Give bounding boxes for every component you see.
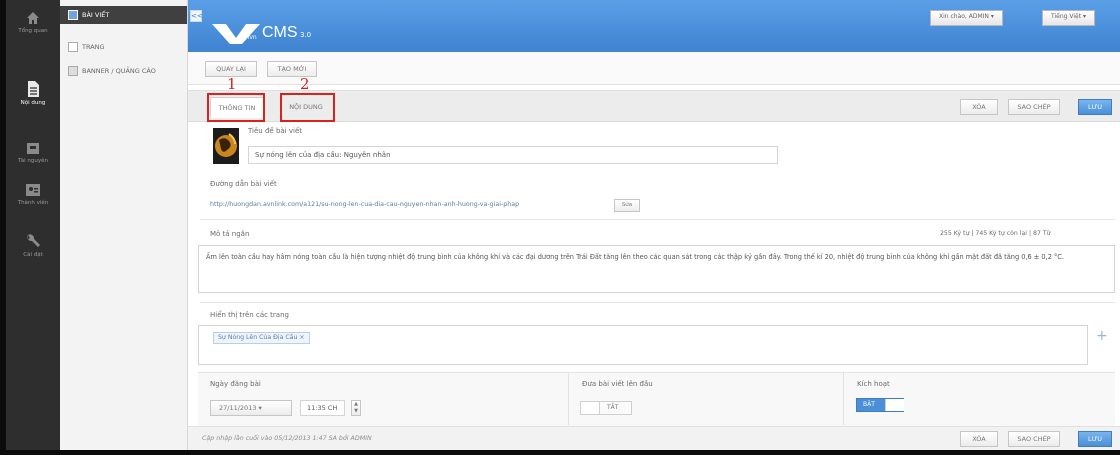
toggle-knob	[885, 399, 904, 411]
sidebar-item-pages[interactable]: TRANG	[60, 38, 187, 56]
copy-button[interactable]: SAO CHÉP	[1008, 431, 1060, 447]
tags-input[interactable]: Sự Nóng Lên Của Địa Cầu ×	[198, 325, 1088, 365]
home-icon	[27, 12, 39, 24]
url-label: Đường dẫn bài viết	[210, 180, 277, 188]
title-input[interactable]: Sự nóng lên của địa cầu: Nguyên nhân	[248, 146, 778, 164]
logo-small-text: vnvn	[242, 34, 257, 41]
toggle-label: TẮT	[607, 404, 619, 411]
url-link[interactable]: http://huongdan.avnlink.com/a121/su-nong…	[210, 201, 519, 208]
copy-button[interactable]: SAO CHÉP	[1008, 99, 1060, 115]
settings-section	[198, 372, 1115, 426]
page-icon	[68, 42, 78, 52]
divider	[200, 219, 1115, 220]
divider	[568, 372, 569, 425]
delete-button[interactable]: XÓA	[960, 431, 998, 447]
logo-version: 3.0	[300, 31, 312, 39]
publish-time-input[interactable]: 11:35 CH	[300, 400, 345, 416]
pin-top-toggle[interactable]: TẮT	[580, 401, 632, 415]
wrench-icon	[27, 234, 40, 247]
tags-label: Hiển thị trên các trang	[210, 311, 289, 319]
publish-date-picker[interactable]: 27/11/2013 ▾	[210, 400, 292, 416]
edit-url-button[interactable]: Sửa	[614, 199, 640, 212]
sidebar-item-label: BÀI VIẾT	[82, 11, 110, 19]
description-textarea[interactable]: Ấm lên toàn cầu hay hâm nóng toàn cầu là…	[198, 245, 1115, 293]
rail-item-label: Cài đặt	[23, 252, 43, 258]
rail-item-label: Tổng quan	[18, 28, 48, 34]
logo-text: CMS	[262, 24, 298, 41]
add-tag-button[interactable]: +	[1096, 329, 1108, 343]
time-stepper[interactable]: ▲ ▼	[351, 400, 361, 416]
rail-item-content[interactable]: Nội dung	[6, 80, 60, 107]
article-thumbnail[interactable]	[213, 128, 239, 164]
bottom-border	[0, 450, 1120, 455]
document-icon	[28, 81, 39, 97]
globe-image	[215, 133, 237, 157]
rail-item-members[interactable]: Thành viên	[6, 182, 60, 207]
article-icon	[68, 10, 78, 20]
description-counter: 255 Ký tự | 745 Ký tự còn lại | 87 Từ	[940, 230, 1051, 237]
annotation-box-1	[207, 93, 265, 122]
footer: Cập nhập lần cuối vào 05/12/2013 1:47 SA…	[188, 426, 1120, 450]
sidebar: BÀI VIẾT TRANG BANNER / QUẢNG CÁO	[60, 0, 188, 450]
delete-button[interactable]: XÓA	[960, 99, 998, 115]
sidebar-item-label: TRANG	[82, 43, 105, 51]
user-menu-button[interactable]: Xin chào, ADMIN ▾	[930, 10, 1003, 26]
tag-chip[interactable]: Sự Nóng Lên Của Địa Cầu ×	[213, 332, 310, 344]
rail-item-label: Nội dung	[20, 100, 46, 106]
annotation-number-1: 1	[227, 75, 237, 93]
description-label: Mô tả ngắn	[210, 230, 250, 238]
icon-rail: Tổng quan Nội dung Tài nguyên Thành viên…	[6, 0, 60, 450]
rail-item-settings[interactable]: Cài đặt	[6, 232, 60, 259]
annotation-box-2	[280, 93, 335, 122]
rail-item-resources[interactable]: Tài nguyên	[6, 140, 60, 165]
box-icon	[27, 143, 39, 154]
annotation-number-2: 2	[300, 75, 310, 93]
publish-date-label: Ngày đăng bài	[210, 380, 261, 388]
sidebar-item-articles[interactable]: BÀI VIẾT	[60, 6, 187, 24]
active-label: Kích hoạt	[857, 380, 890, 388]
sidebar-item-banner[interactable]: BANNER / QUẢNG CÁO	[60, 62, 187, 80]
rail-item-overview[interactable]: Tổng quan	[6, 10, 60, 35]
pin-top-label: Đưa bài viết lên đầu	[582, 380, 653, 388]
active-toggle[interactable]: BẬT	[856, 398, 904, 412]
users-icon	[26, 184, 40, 196]
divider	[200, 302, 1115, 303]
rail-item-label: Thành viên	[17, 200, 49, 206]
save-button[interactable]: LƯU	[1078, 431, 1112, 447]
last-updated-note: Cập nhập lần cuối vào 05/12/2013 1:47 SA…	[202, 435, 372, 442]
banner-icon	[68, 66, 78, 76]
toggle-label: BẬT	[863, 401, 875, 408]
logo: vnvn CMS 3.0	[212, 20, 352, 46]
title-label: Tiêu đề bài viết	[248, 127, 302, 135]
toolbar: QUAY LẠI TẠO MỚI	[188, 52, 1120, 85]
save-button[interactable]: LƯU	[1078, 99, 1112, 115]
collapse-sidebar-button[interactable]: <<	[190, 10, 203, 22]
sidebar-item-label: BANNER / QUẢNG CÁO	[82, 67, 156, 75]
rail-item-label: Tài nguyên	[18, 158, 48, 164]
toggle-knob	[581, 402, 600, 414]
divider	[843, 372, 844, 425]
language-select[interactable]: Tiếng Việt ▾	[1042, 10, 1095, 26]
